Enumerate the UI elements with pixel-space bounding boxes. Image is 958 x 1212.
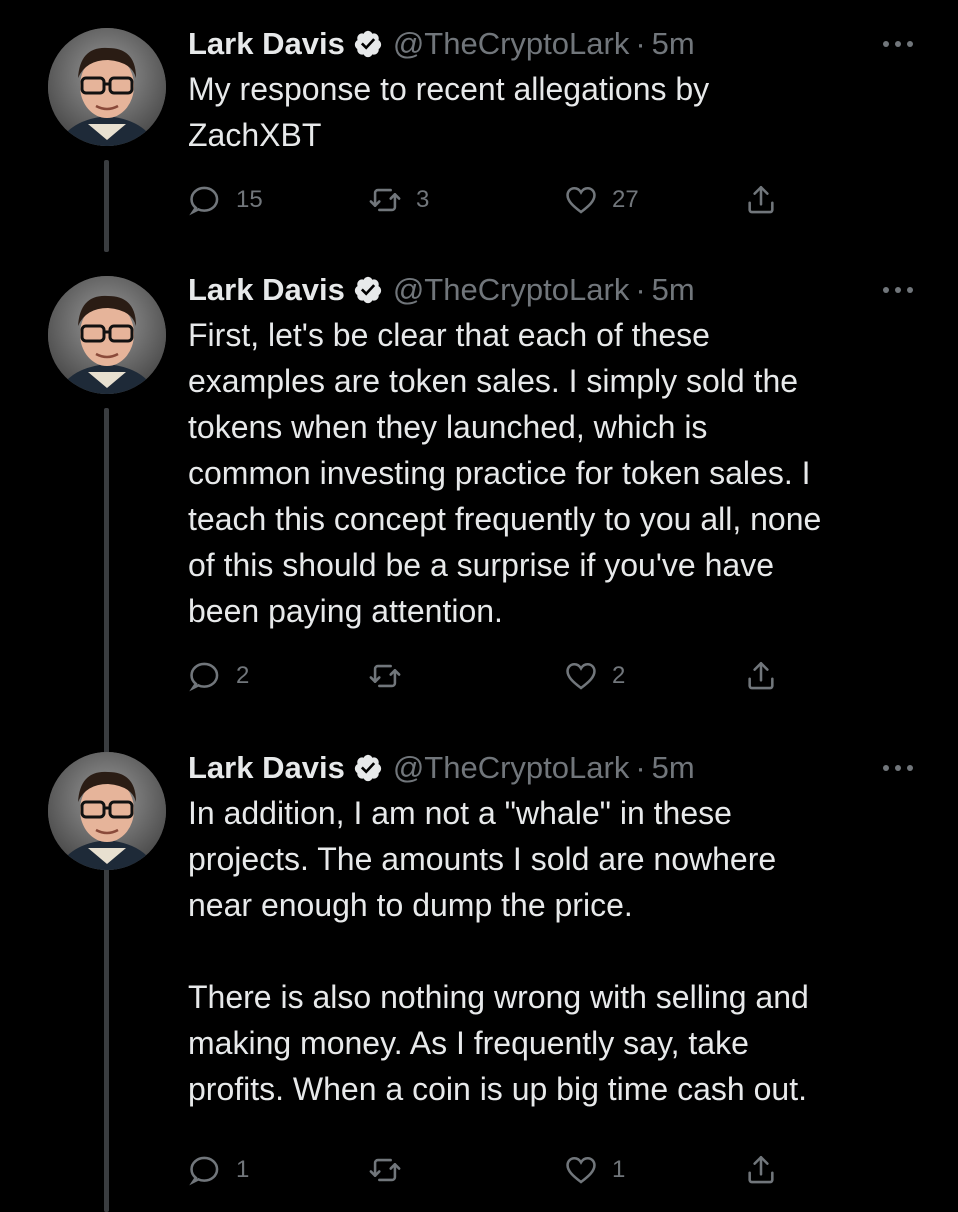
like-count: 27 bbox=[612, 186, 639, 213]
tweet-actions: 1 1 bbox=[188, 1150, 788, 1190]
more-options-icon[interactable] bbox=[878, 276, 918, 304]
display-name[interactable]: Lark Davis bbox=[188, 24, 345, 64]
like-button[interactable]: 1 bbox=[564, 1150, 625, 1190]
tweet-actions: 2 2 bbox=[188, 656, 788, 696]
tweet[interactable]: Lark Davis @TheCryptoLark · 5m My respon… bbox=[0, 0, 958, 252]
username-handle[interactable]: @TheCryptoLark bbox=[393, 24, 630, 64]
avatar-photo bbox=[48, 752, 166, 870]
separator-dot: · bbox=[635, 272, 646, 307]
verified-badge-icon bbox=[353, 753, 383, 783]
heart-icon bbox=[566, 662, 596, 690]
share-button[interactable] bbox=[744, 180, 778, 220]
retweet-button[interactable] bbox=[368, 1150, 416, 1190]
reply-icon bbox=[189, 186, 219, 216]
tweet-content: Lark Davis @TheCryptoLark · 5m My respon… bbox=[188, 24, 918, 158]
tweet[interactable]: Lark Davis @TheCryptoLark · 5m First, le… bbox=[0, 240, 958, 980]
reply-count: 1 bbox=[236, 1156, 250, 1183]
retweet-count: 3 bbox=[416, 186, 430, 213]
like-button[interactable]: 27 bbox=[564, 180, 639, 220]
tweet-text: First, let's be clear that each of these… bbox=[188, 317, 822, 629]
retweet-icon bbox=[369, 188, 401, 212]
reply-button[interactable]: 15 bbox=[188, 180, 263, 220]
timestamp[interactable]: 5m bbox=[652, 748, 695, 788]
timestamp[interactable]: 5m bbox=[652, 24, 695, 64]
avatar[interactable] bbox=[48, 276, 166, 394]
timestamp[interactable]: 5m bbox=[652, 270, 695, 310]
tweet-header: Lark Davis @TheCryptoLark · 5m bbox=[188, 24, 918, 64]
display-name[interactable]: Lark Davis bbox=[188, 270, 345, 310]
retweet-button[interactable] bbox=[368, 656, 416, 696]
heart-icon bbox=[566, 186, 596, 214]
more-options-icon[interactable] bbox=[878, 754, 918, 782]
retweet-icon bbox=[369, 664, 401, 688]
like-button[interactable]: 2 bbox=[564, 656, 625, 696]
username-handle[interactable]: @TheCryptoLark bbox=[393, 748, 630, 788]
avatar[interactable] bbox=[48, 752, 166, 870]
separator-dot: · bbox=[635, 26, 646, 61]
more-options-icon[interactable] bbox=[878, 30, 918, 58]
thread-connector-line bbox=[104, 160, 109, 252]
reply-button[interactable]: 1 bbox=[188, 1150, 249, 1190]
tweet-header: Lark Davis @TheCryptoLark · 5m bbox=[188, 748, 918, 788]
separator-dot: · bbox=[635, 750, 646, 785]
share-icon bbox=[748, 1155, 774, 1184]
display-name[interactable]: Lark Davis bbox=[188, 748, 345, 788]
like-count: 2 bbox=[612, 662, 626, 689]
tweet-text: In addition, I am not a "whale" in these… bbox=[188, 795, 809, 1107]
username-handle[interactable]: @TheCryptoLark bbox=[393, 270, 630, 310]
share-button[interactable] bbox=[744, 656, 778, 696]
tweet[interactable]: Lark Davis @TheCryptoLark · 5m In additi… bbox=[0, 718, 958, 1212]
share-icon bbox=[748, 185, 774, 214]
tweet-thread: Lark Davis @TheCryptoLark · 5m My respon… bbox=[0, 0, 958, 1212]
tweet-actions: 15 3 27 bbox=[188, 180, 788, 220]
tweet-content: Lark Davis @TheCryptoLark · 5m In additi… bbox=[188, 748, 918, 1112]
reply-count: 15 bbox=[236, 186, 263, 213]
reply-icon bbox=[189, 662, 219, 692]
avatar-photo bbox=[48, 28, 166, 146]
share-button[interactable] bbox=[744, 1150, 778, 1190]
thread-connector-line bbox=[104, 882, 109, 1212]
tweet-header: Lark Davis @TheCryptoLark · 5m bbox=[188, 270, 918, 310]
like-count: 1 bbox=[612, 1156, 626, 1183]
heart-icon bbox=[566, 1156, 596, 1184]
share-icon bbox=[748, 661, 774, 690]
retweet-icon bbox=[369, 1158, 401, 1182]
reply-count: 2 bbox=[236, 662, 250, 689]
verified-badge-icon bbox=[353, 29, 383, 59]
tweet-text: My response to recent allegations by Zac… bbox=[188, 71, 710, 153]
avatar[interactable] bbox=[48, 28, 166, 146]
reply-icon bbox=[189, 1156, 219, 1186]
verified-badge-icon bbox=[353, 275, 383, 305]
tweet-content: Lark Davis @TheCryptoLark · 5m First, le… bbox=[188, 270, 918, 634]
retweet-button[interactable]: 3 bbox=[368, 180, 429, 220]
avatar-photo bbox=[48, 276, 166, 394]
reply-button[interactable]: 2 bbox=[188, 656, 249, 696]
